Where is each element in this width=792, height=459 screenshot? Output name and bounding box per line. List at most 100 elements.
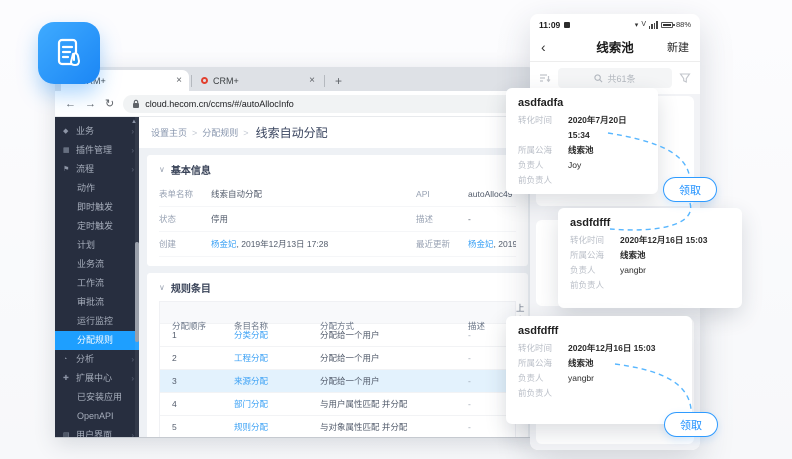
field-label: 描述 [416,213,468,225]
admin-app: ◆ 业务 › ▦ 插件管理 › ⚑ 流程 › [55,117,536,437]
sidebar-item[interactable]: ✚ 扩展中心 › [55,369,139,388]
status-time: 11:09 [539,20,560,30]
lock-icon [132,99,140,109]
scrollbar-thumb[interactable] [135,242,139,342]
back-chevron-icon[interactable]: ‹ [541,39,571,55]
breadcrumb-part: > [243,128,248,138]
url-text: cloud.hecom.cn/ccms/#/autoAllocInfo [145,99,294,109]
sidebar-item[interactable]: ▤ 用户界面 › [55,426,139,437]
cell-rule-name-link[interactable]: 部门分配 [234,398,320,410]
basic-info-fields: 表单名称 线索自动分配 API autoAlloc49 [159,182,516,257]
sidebar-item[interactable]: 计划 › [55,236,139,255]
sidebar-item[interactable]: 即时触发 › [55,198,139,217]
lead-field-label: 转化时间 [518,113,568,143]
sidebar-item-label: 定时触发 [77,217,113,236]
new-tab-button[interactable]: + [335,74,342,88]
search-input[interactable]: 共61条 [558,68,672,88]
sidebar-item[interactable]: 工作流 › [55,274,139,293]
cell-rule-name-link[interactable]: 规则分配 [234,421,320,433]
sidebar-item[interactable]: 审批流 › [55,293,139,312]
back-icon[interactable]: ← [65,98,76,110]
basic-info-panel: ∨ 基本信息 表单名称 线索自动分配 API [147,155,528,266]
chevron-right-icon: › [131,350,134,369]
info-field: 状态 停用 [159,207,416,232]
volte-icon: V [641,21,646,28]
cell-rule-name-link[interactable]: 来源分配 [234,375,320,387]
sidebar-item[interactable]: ▦ 插件管理 › [55,141,139,160]
sort-icon[interactable] [539,72,551,84]
sidebar-item-label: 用户界面 [76,426,112,437]
lead-card[interactable]: asdfdfff 转化时间2020年12月16日 15:03 所属公海线索池 负… [558,208,742,308]
signal-icon [649,21,658,29]
field-user-link[interactable]: 杨金妃 [468,238,494,250]
sidebar-item[interactable]: 业务流 › [55,255,139,274]
lead-pool: 线索池 [620,248,646,263]
sidebar-item-label: 业务流 [77,255,104,274]
lead-owner: yangbr [568,371,594,386]
sidebar-item-icon: ◔ [63,350,72,369]
lead-field-label: 转化时间 [518,341,568,356]
table-row[interactable]: 2 工程分配 分配给一个用户 - Joy, 2020年12月 [160,347,515,370]
sidebar-item[interactable]: ◔ 分析 › [55,350,139,369]
field-label: 表单名称 [159,188,211,200]
sidebar-item[interactable]: 已安装应用 › [55,388,139,407]
claim-button[interactable]: 领取 [663,177,717,202]
sidebar-item[interactable]: 定时触发 › [55,217,139,236]
sidebar-item-label: 动作 [77,179,95,198]
tab-close-icon[interactable]: × [176,75,182,86]
sidebar-item-icon: ▦ [63,141,72,160]
table-row[interactable]: 4 部门分配 与用户属性匹配 并分配 - Joy, 2020年12月 [160,393,515,416]
url-field[interactable]: cloud.hecom.cn/ccms/#/autoAllocInfo [123,95,526,113]
tab-divider [324,75,325,87]
new-button[interactable]: 新建 [659,39,689,55]
cell-rule-name-link[interactable]: 工程分配 [234,352,320,364]
field-label: API [416,189,468,199]
sidebar-item[interactable]: 分配规则 › [55,331,139,350]
sidebar-item-label: 分配规则 [77,331,113,350]
tab-divider [191,75,192,87]
forward-icon[interactable]: → [85,98,96,110]
chevron-right-icon: › [131,369,134,388]
field-user-link[interactable]: 杨金妃 [211,238,237,250]
tab-close-icon[interactable]: × [309,75,315,86]
sidebar-item-icon: ◆ [63,122,72,141]
cell-rule-name-link[interactable]: 分类分配 [234,329,320,341]
phone-page-title: 线索池 [571,37,659,56]
filter-icon[interactable] [679,72,691,84]
table-row[interactable]: 3 来源分配 分配给一个用户 - Joy, 2020年12月 [160,370,515,393]
chevron-right-icon: › [131,426,134,437]
field-value: , 2019年12月13日 17:28 [237,238,329,250]
table-row[interactable]: 5 规则分配 与对象属性匹配 并分配 - Joy, 2020年12月 [160,416,515,437]
cell-method: 分配给一个用户 [320,352,468,364]
sidebar-item-label: 工作流 [77,274,104,293]
lead-card[interactable]: asdfadfa 转化时间2020年7月20日 15:34 所属公海线索池 负责… [506,88,658,194]
lead-card[interactable]: asdfdfff 转化时间2020年12月16日 15:03 所属公海线索池 负… [506,316,692,424]
lead-owner: yangbr [620,263,646,278]
breadcrumb: 设置主页 > 分配规则 > 线索自动分配 [139,117,536,148]
info-field: 表单名称 线索自动分配 [159,182,416,207]
browser-window: CRM+ × CRM+ × + ← → ↻ cloud.hecom.cn/ccm… [55,67,536,438]
sidebar-item-label: 已安装应用 [77,388,122,407]
reload-icon[interactable]: ↻ [105,97,114,110]
cell-order: 1 [172,330,234,340]
cell-order: 4 [172,399,234,409]
lead-field-label: 负责人 [518,158,568,173]
sidebar-item[interactable]: 运行监控 › [55,312,139,331]
sidebar-item[interactable]: ⚑ 流程 › [55,160,139,179]
rule-items-table: 分配顺序 条目名称 分配方式 描述 上次修改 1 分类分配 分配 [159,301,516,437]
info-field: 最近更新 杨金妃 , 2019年12月13日 17:30 [416,232,516,257]
sidebar-item[interactable]: OpenAPI › [55,407,139,426]
document-touch-icon [52,36,86,70]
sidebar-item[interactable]: 动作 › [55,179,139,198]
lead-pool: 线索池 [568,356,594,371]
breadcrumb-part: 设置主页 [151,126,187,139]
battery-percent: 88% [676,20,691,29]
collapse-caret-icon[interactable]: ∨ [159,283,165,292]
collapse-caret-icon[interactable]: ∨ [159,165,165,174]
browser-tab-inactive[interactable]: CRM+ × [194,70,322,91]
sidebar-item-label: 即时触发 [77,198,113,217]
sidebar-item[interactable]: ◆ 业务 › [55,122,139,141]
form-app-badge [38,22,100,84]
sidebar-scrollbar[interactable] [135,117,139,437]
claim-button[interactable]: 领取 [664,412,718,437]
